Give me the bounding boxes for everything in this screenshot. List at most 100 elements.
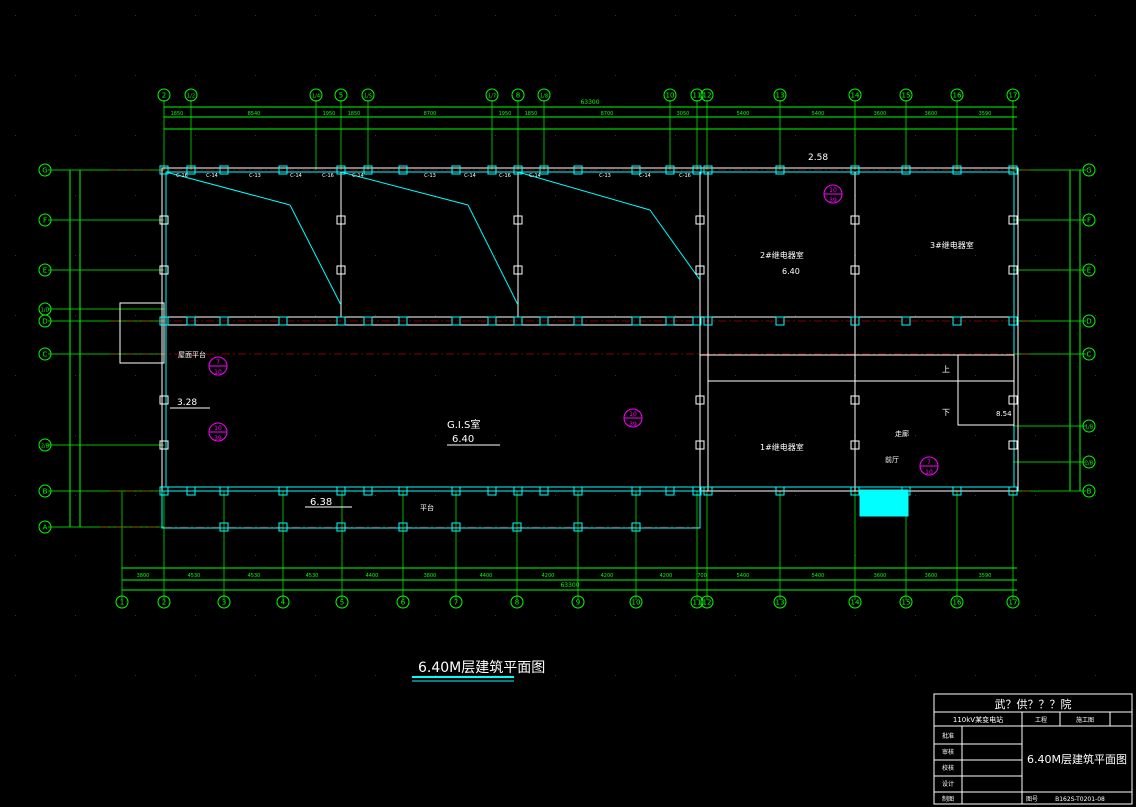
top-span-dim: 5400 (737, 111, 750, 117)
top-span-dim: 1850 (171, 111, 184, 117)
column (159, 395, 169, 405)
axis-bubble-bottom-16: 17 (1006, 595, 1020, 609)
svg-text:11: 11 (693, 599, 702, 607)
svg-text:10: 10 (666, 92, 675, 100)
window-tag: C-16 (499, 173, 511, 179)
axis-bubbles-bottom: 1 2 3 4 5 6 7 8 9 10 11 12 13 14 15 16 17 (115, 595, 1020, 609)
axis-bubble-top-12: 14 (848, 88, 862, 102)
window-tag: C-16 (322, 173, 334, 179)
svg-text:17: 17 (1009, 599, 1018, 607)
axis-bubble-bottom-0: 1 (115, 595, 129, 609)
top-span-dim: 1850 (525, 111, 538, 117)
window-tag: C-14 (529, 173, 541, 179)
elevation-638: 6.38 (310, 497, 332, 508)
bottom-span-dim: 4200 (601, 573, 614, 579)
svg-text:A: A (43, 524, 48, 532)
stair-elevation: 8.54 (996, 410, 1012, 418)
axis-bubble-bottom-7: 8 (510, 595, 524, 609)
top-span-dim: 1850 (348, 111, 361, 117)
index-marker-2: 7 10 (208, 356, 228, 376)
top-span-dim: 8700 (424, 111, 437, 117)
bottom-span-dim: 4400 (480, 573, 493, 579)
svg-text:39: 39 (629, 421, 637, 428)
bottom-span-dim: 4200 (542, 573, 555, 579)
top-span-dim: 5400 (812, 111, 825, 117)
svg-text:E: E (43, 267, 47, 275)
columns (159, 165, 1018, 532)
bottom-span-dim: 3590 (979, 573, 992, 579)
svg-text:1/D: 1/D (41, 308, 50, 314)
svg-text:D: D (42, 318, 47, 326)
building-walls (119, 167, 1019, 529)
axis-bubble-top-5: 1/7 (485, 88, 499, 102)
svg-text:C: C (1087, 351, 1092, 359)
svg-text:2/B: 2/B (41, 444, 50, 450)
room-relay3-label: 3#继电器室 (930, 240, 974, 250)
axis-bubble-top-0: 2 (157, 88, 171, 102)
title-block-drawing-no-label: 图号 (1026, 796, 1038, 803)
svg-text:8: 8 (516, 92, 520, 100)
svg-text:5: 5 (339, 92, 343, 100)
svg-text:E: E (1087, 267, 1091, 275)
svg-text:8: 8 (515, 599, 519, 607)
window-tag: C-16 (679, 173, 691, 179)
svg-text:16: 16 (953, 599, 962, 607)
bottom-span-dim: 3600 (874, 573, 887, 579)
bottom-span-dim: 3800 (424, 573, 437, 579)
svg-text:14: 14 (851, 599, 860, 607)
floor-plan-drawing: C-16 C-14 C-13 C-14 C-16 C-14 C-13 C-14 C-16 C-14… (15, 15, 1133, 805)
window-tag: C-14 (464, 173, 476, 179)
window-tag: C-14 (290, 173, 302, 179)
svg-text:11: 11 (693, 92, 702, 100)
svg-text:6: 6 (401, 599, 406, 607)
svg-text:7: 7 (216, 359, 220, 366)
svg-text:7: 7 (927, 459, 931, 466)
svg-text:1/5: 1/5 (364, 94, 372, 100)
top-span-dim: 3600 (874, 111, 887, 117)
title-block-stage-value: 施工图 (1076, 716, 1094, 724)
axis-bubble-top-3: 5 (334, 88, 348, 102)
room-relay2-elevation: 6.40 (782, 267, 800, 276)
column (1008, 395, 1018, 405)
top-span-dim: 1950 (499, 111, 512, 117)
axis-bubble-top-7: 1/8 (537, 88, 551, 102)
axis-grid-lines (48, 100, 1086, 600)
svg-text:2: 2 (162, 599, 166, 607)
title-block-sheet-title: 6.40M层建筑平面图 (1027, 752, 1127, 766)
top-span-dims: 1850 8540 1950 1850 8700 1950 1850 8700 3050 5400… (171, 111, 992, 117)
title-block-institute: 武？供？？？院 (995, 697, 1072, 711)
svg-text:10: 10 (632, 599, 641, 607)
axis-bubble-top-6: 8 (511, 88, 525, 102)
svg-text:G: G (42, 167, 47, 175)
bottom-span-dim: 4400 (366, 573, 379, 579)
top-span-dim: 3590 (979, 111, 992, 117)
svg-text:39: 39 (214, 435, 222, 442)
drawing-title: 6.40M层建筑平面图 (418, 660, 545, 676)
svg-text:15: 15 (902, 92, 911, 100)
svg-text:10: 10 (214, 425, 222, 432)
axis-bubble-top-1: 1/2 (184, 88, 198, 102)
window-tag: C-13 (249, 173, 261, 179)
svg-text:12: 12 (703, 92, 712, 100)
axis-bubble-left-3: 1/D (38, 302, 52, 316)
svg-text:B: B (43, 488, 48, 496)
column (1008, 440, 1018, 450)
svg-text:17: 17 (1009, 92, 1018, 100)
axis-bubble-bottom-11: 12 (700, 595, 714, 609)
index-marker-5: 7 10 (919, 456, 939, 476)
svg-text:7: 7 (454, 599, 458, 607)
svg-text:15: 15 (902, 599, 911, 607)
axis-bubble-bottom-6: 7 (449, 595, 463, 609)
svg-text:3: 3 (222, 599, 226, 607)
bottom-span-dim: 4530 (306, 573, 319, 579)
room-relay1-label: 1#继电器室 (760, 442, 804, 452)
svg-text:12: 12 (703, 599, 712, 607)
svg-text:14: 14 (851, 92, 860, 100)
svg-text:B: B (1087, 488, 1092, 496)
svg-text:9: 9 (576, 599, 580, 607)
bottom-span-dim: 3600 (925, 573, 938, 579)
dimension-lines (69, 106, 1081, 591)
bottom-span-dim: 4530 (188, 573, 201, 579)
axis-bubble-bottom-4: 5 (335, 595, 349, 609)
stair-down-label: 下 (942, 408, 950, 417)
